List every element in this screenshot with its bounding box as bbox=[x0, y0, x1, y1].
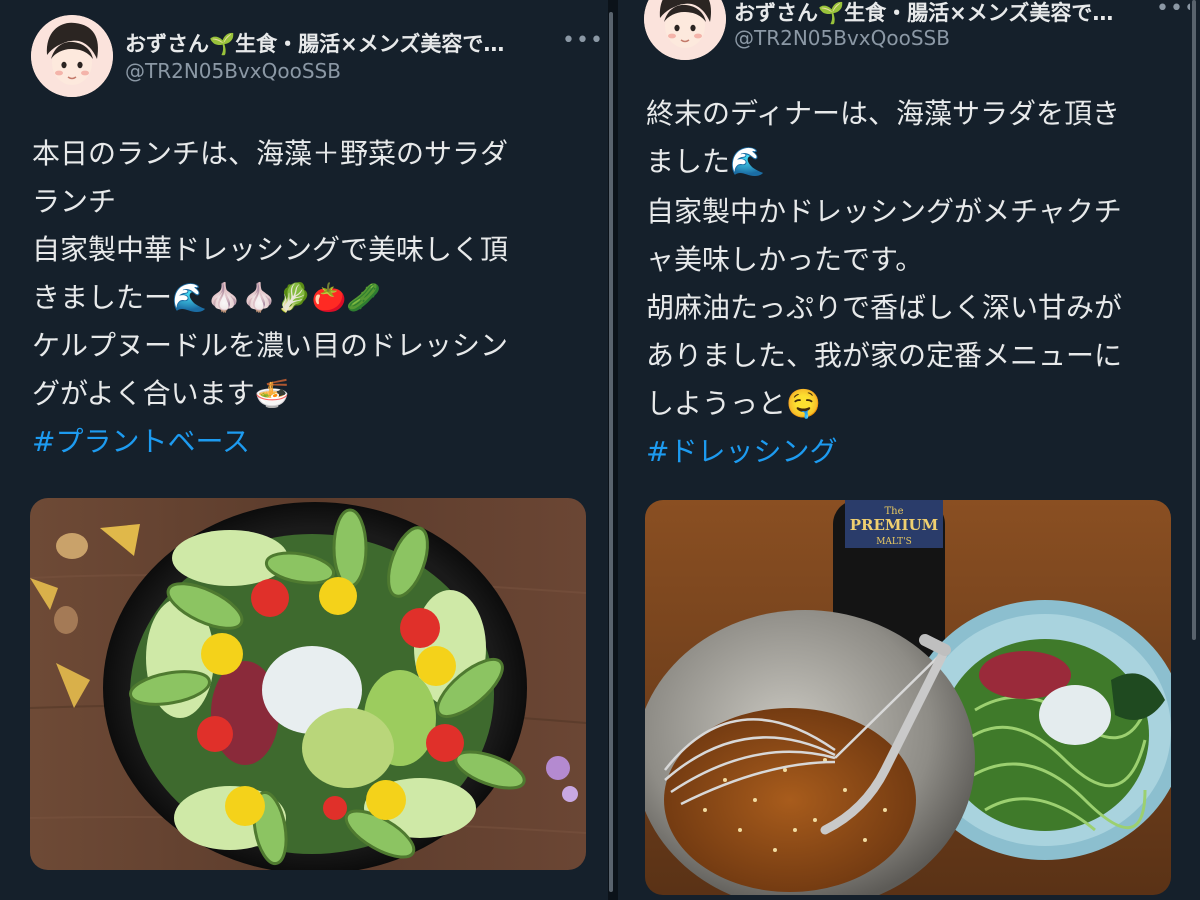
bottle-label-premium: PREMIUM bbox=[850, 516, 938, 534]
tweet-line: 自家製中かドレッシングがメチャクチ bbox=[646, 195, 1122, 228]
avatar[interactable] bbox=[31, 15, 113, 97]
tweet-line: 自家製中華ドレッシングで美味しく頂 bbox=[32, 233, 509, 266]
tweet-line: 胡麻油たっぷりで香ばしく深い甘みが bbox=[646, 291, 1123, 324]
more-dots-icon[interactable]: ••• bbox=[562, 28, 604, 53]
hashtag-link[interactable]: #ドレッシング bbox=[646, 428, 1186, 476]
tweet-line: しようっと🤤 bbox=[646, 387, 821, 420]
dressing-bowl-photo[interactable]: The PREMIUM MALT'S bbox=[645, 500, 1171, 895]
user-handle[interactable]: @TR2N05BvxQooSSB bbox=[125, 59, 341, 83]
tweet-text: 終末のディナーは、海藻サラダを頂き ました🌊 自家製中かドレッシングがメチャクチ… bbox=[646, 90, 1186, 476]
hashtag-link[interactable]: #プラントベース bbox=[32, 418, 592, 466]
avatar-face-icon bbox=[31, 15, 113, 97]
tweet-line: 終末のディナーは、海藻サラダを頂き bbox=[646, 97, 1121, 130]
tweet-line: グがよく合います🍜 bbox=[32, 377, 290, 410]
tweet-text: 本日のランチは、海藻＋野菜のサラダ ランチ 自家製中華ドレッシングで美味しく頂 … bbox=[32, 130, 592, 466]
scrollbar[interactable] bbox=[609, 12, 613, 892]
dinner-photo-image: The PREMIUM MALT'S bbox=[645, 500, 1171, 895]
tweet-line: ました🌊 bbox=[646, 145, 765, 178]
user-handle[interactable]: @TR2N05BvxQooSSB bbox=[734, 26, 950, 50]
display-name[interactable]: おずさん🌱生食・腸活×メンズ美容で… bbox=[125, 28, 504, 58]
tweet-line: ありました、我が家の定番メニューに bbox=[646, 339, 1123, 372]
tweet-line: きましたー🌊🧄🧄🥬🍅🥒 bbox=[32, 281, 382, 314]
tweet-line: ャ美味しかったです。 bbox=[646, 243, 924, 276]
bottle-label-malts: MALT'S bbox=[876, 537, 912, 547]
avatar[interactable] bbox=[644, 0, 726, 60]
tweet-card-left[interactable]: おずさん🌱生食・腸活×メンズ美容で… @TR2N05BvxQooSSB ••• … bbox=[0, 0, 608, 900]
salad-bowl-photo[interactable] bbox=[30, 498, 586, 870]
tweet-line: ランチ bbox=[32, 185, 117, 218]
salad-photo-image bbox=[30, 498, 586, 870]
scrollbar[interactable] bbox=[1192, 0, 1196, 640]
tweet-line: 本日のランチは、海藻＋野菜のサラダ bbox=[32, 137, 509, 170]
tweet-card-right[interactable]: おずさん🌱生食・腸活×メンズ美容で… @TR2N05BvxQooSSB ••• … bbox=[618, 0, 1200, 900]
tweet-line: ケルプヌードルを濃い目のドレッシン bbox=[32, 329, 509, 362]
display-name[interactable]: おずさん🌱生食・腸活×メンズ美容で… bbox=[734, 0, 1113, 27]
avatar-face-icon bbox=[644, 0, 726, 60]
